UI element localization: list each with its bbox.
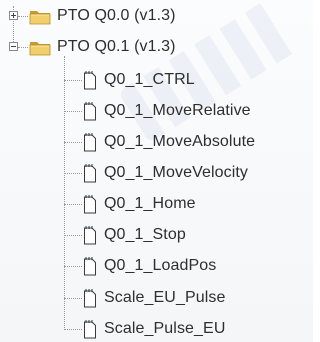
tree-item-q0-1-movevelocity[interactable]: Q0_1_MoveVelocity — [83, 160, 248, 186]
subroutine-icon — [84, 164, 96, 183]
tree-item-label: Q0_1_LoadPos — [104, 257, 217, 274]
tree-line-h — [64, 235, 82, 236]
tree-line-h — [18, 47, 28, 48]
tree-item-label: Q0_1_MoveRelative — [104, 102, 251, 119]
folder-icon — [29, 42, 51, 56]
tree-item-q0-1-moveabsolute[interactable]: Q0_1_MoveAbsolute — [83, 129, 255, 155]
subroutine-icon — [84, 133, 96, 152]
tree-item-q0-1-moverelative[interactable]: Q0_1_MoveRelative — [83, 98, 251, 124]
tree-item-label: Q0_1_MoveAbsolute — [104, 133, 256, 150]
tree-item-scale-eu-pulse[interactable]: Scale_EU_Pulse — [83, 285, 225, 311]
tree-item-q0-1-home[interactable]: Q0_1_Home — [83, 191, 196, 217]
tree-item-q0-1-loadpos[interactable]: Q0_1_LoadPos — [83, 253, 216, 279]
tree-line-children — [64, 56, 65, 330]
subroutine-icon — [84, 102, 96, 121]
subroutine-icon — [84, 257, 96, 276]
subroutine-icon — [84, 226, 96, 245]
tree-line-h — [64, 329, 82, 330]
tree-item-label: Scale_EU_Pulse — [104, 289, 226, 306]
tree-item-label: Q0_1_MoveVelocity — [104, 164, 249, 181]
tree-line-h — [18, 16, 28, 17]
tree-item-label: Q0_1_CTRL — [104, 71, 195, 88]
tree-line-h — [64, 266, 82, 267]
tree-line-h — [64, 111, 82, 112]
tree-item-label: Q0_1_Home — [104, 195, 196, 212]
subroutine-icon — [84, 195, 96, 214]
tree-line-h — [64, 142, 82, 143]
expand-toggle-pto-q00[interactable] — [9, 11, 18, 20]
tree-item-q0-1-ctrl[interactable]: Q0_1_CTRL — [83, 67, 195, 93]
tree-item-label: Scale_Pulse_EU — [104, 320, 226, 337]
subroutine-icon — [84, 289, 96, 308]
subroutine-icon — [84, 71, 96, 90]
tree-line-h — [64, 80, 82, 81]
tree-item-q0-1-stop[interactable]: Q0_1_Stop — [83, 222, 186, 248]
tree-folder-label: PTO Q0.0 (v1.3) — [57, 7, 176, 24]
tree-line-h — [64, 204, 82, 205]
tree-item-label: Q0_1_Stop — [104, 226, 186, 243]
tree-folder-pto-q01[interactable]: PTO Q0.1 (v1.3) — [29, 34, 176, 60]
subroutine-icon — [84, 320, 96, 339]
tree-folder-label: PTO Q0.1 (v1.3) — [57, 38, 176, 55]
tree-line-h — [64, 298, 82, 299]
tree-item-scale-pulse-eu[interactable]: Scale_Pulse_EU — [83, 316, 225, 342]
collapse-toggle-pto-q01[interactable] — [9, 42, 18, 51]
folder-icon — [29, 11, 51, 25]
tree-line-h — [64, 173, 82, 174]
tree-folder-pto-q00[interactable]: PTO Q0.0 (v1.3) — [29, 3, 176, 29]
project-tree: PTO Q0.0 (v1.3) PTO Q0.1 (v1.3) Q0_1_CTR… — [0, 0, 313, 342]
